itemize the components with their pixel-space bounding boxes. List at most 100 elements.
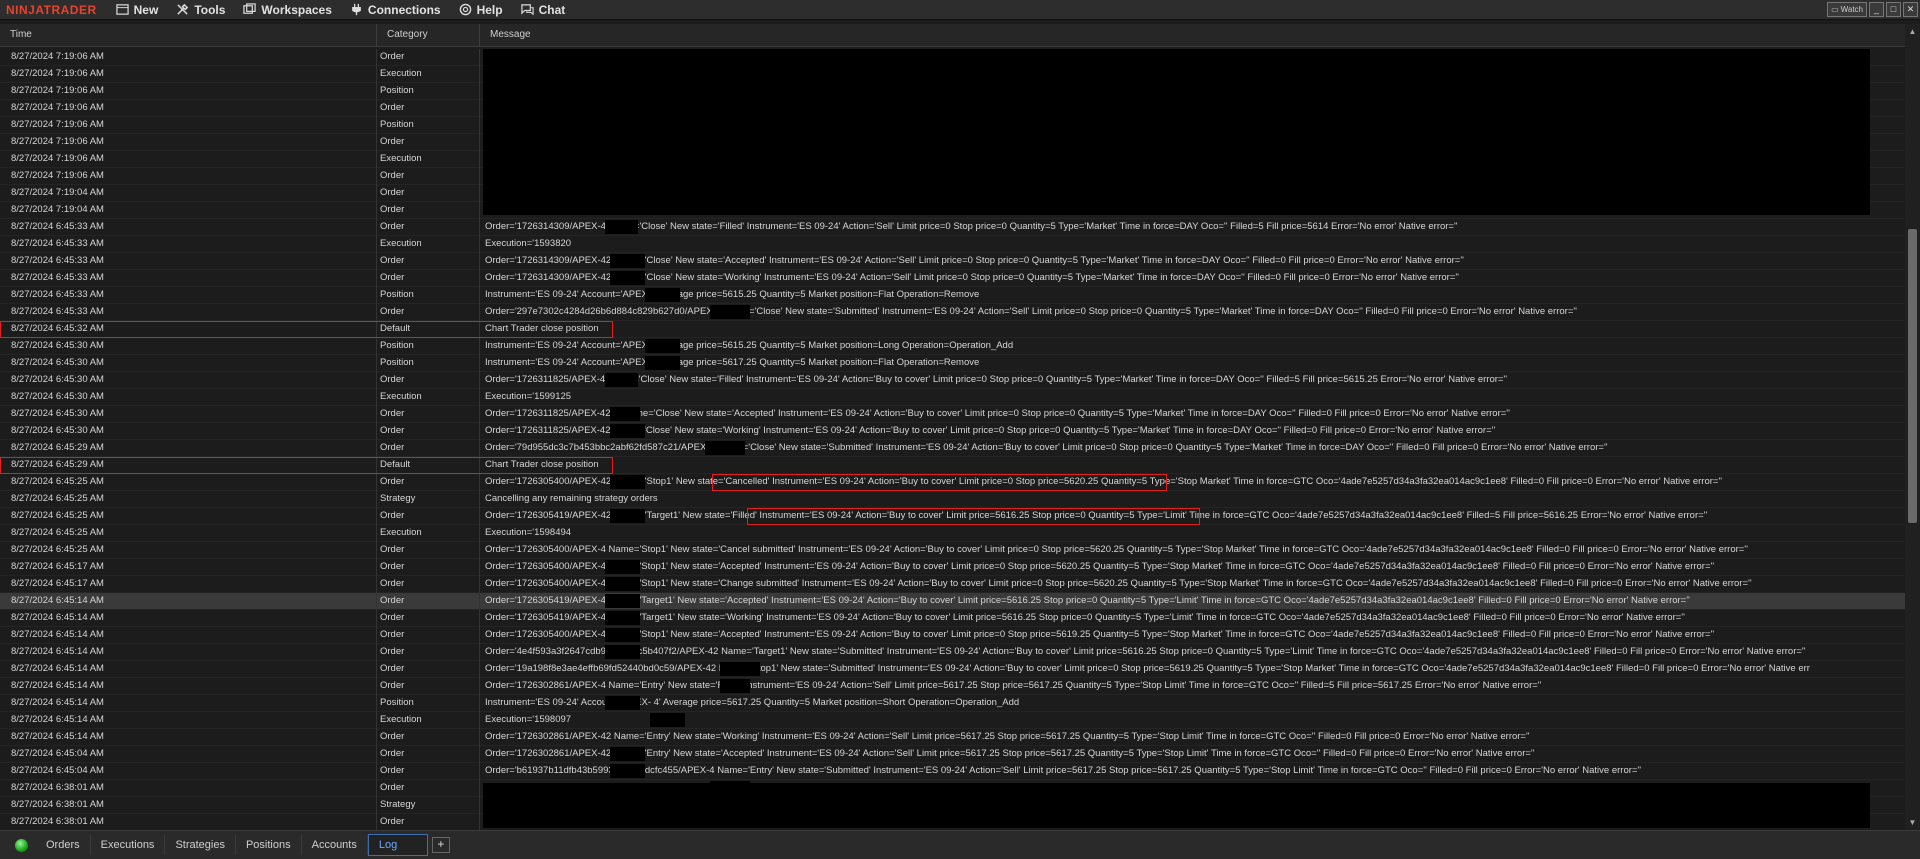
log-row[interactable]: 8/27/2024 6:45:14 AM Order Order='17263028… — [0, 729, 1905, 746]
log-row[interactable]: 8/27/2024 6:45:33 AM Order Order='17263143… — [0, 253, 1905, 270]
log-time-cell: 8/27/2024 6:45:30 AM — [0, 389, 377, 406]
tab-positions[interactable]: Positions — [236, 835, 302, 855]
connections-icon — [352, 3, 361, 16]
log-time-cell: 8/27/2024 6:45:33 AM — [0, 219, 377, 236]
connection-status-icon — [15, 838, 28, 852]
vertical-scrollbar[interactable]: ▲ ▼ — [1905, 24, 1920, 830]
log-row[interactable]: 8/27/2024 6:45:25 AM Execution Execution='… — [0, 525, 1905, 542]
menu-new[interactable]: New — [107, 0, 168, 19]
log-time-cell: 8/27/2024 7:19:06 AM — [0, 168, 377, 185]
tab-executions[interactable]: Executions — [91, 835, 166, 855]
log-row[interactable]: 8/27/2024 6:45:33 AM Position Instrument='… — [0, 287, 1905, 304]
close-button[interactable]: ✕ — [1903, 2, 1918, 17]
log-message-cell: Order='1726314309/APEX-4 Name='Close' Ne… — [480, 219, 1905, 236]
log-message-text: Order='297e7302c4284d26b6d884c829b627d0/… — [485, 306, 1577, 317]
log-time-cell: 8/27/2024 6:45:14 AM — [0, 661, 377, 678]
log-row[interactable]: 8/27/2024 6:45:17 AM Order Order='17263054… — [0, 559, 1905, 576]
log-message-cell: Order='1726302861/APEX-42 Name='Entry' N… — [480, 729, 1905, 746]
log-category-cell: Default — [377, 457, 480, 474]
column-header-category[interactable]: Category — [377, 24, 480, 46]
watch-button[interactable]: ▭ Watch — [1827, 2, 1867, 17]
log-category-cell: Default — [377, 321, 480, 338]
minimize-icon: _ — [1873, 4, 1879, 14]
log-row[interactable]: 8/27/2024 6:45:14 AM Order Order='17263054… — [0, 627, 1905, 644]
log-row[interactable]: 8/27/2024 6:45:14 AM Order Order='17263054… — [0, 593, 1905, 610]
log-time-cell: 8/27/2024 6:45:04 AM — [0, 746, 377, 763]
log-time-cell: 8/27/2024 6:45:29 AM — [0, 440, 377, 457]
log-message-text: Chart Trader close position — [485, 323, 599, 334]
log-row[interactable]: 8/27/2024 6:45:30 AM Position Instrument='… — [0, 355, 1905, 372]
log-message-cell: Order='1726314309/APEX-42 Name='Close' N… — [480, 253, 1905, 270]
maximize-button[interactable]: □ — [1886, 2, 1901, 17]
log-message-text: Order='1726305419/APEX-4 Name='Target1' … — [485, 595, 1690, 606]
log-category-cell: Execution — [377, 236, 480, 253]
log-time-cell: 8/27/2024 6:45:25 AM — [0, 525, 377, 542]
log-row[interactable]: 8/27/2024 6:45:33 AM Order Order='17263143… — [0, 219, 1905, 236]
log-row[interactable]: 8/27/2024 6:45:14 AM Order Order='19a198f8… — [0, 661, 1905, 678]
log-message-cell: Order='1726305400/APEX-4 Name='Stop1' Ne… — [480, 542, 1905, 559]
menu-help[interactable]: Help — [450, 0, 512, 19]
log-row[interactable]: 8/27/2024 6:45:25 AM Order Order='17263054… — [0, 542, 1905, 559]
log-row[interactable]: 8/27/2024 6:45:33 AM Execution Execution='… — [0, 236, 1905, 253]
log-category-cell: Order — [377, 746, 480, 763]
log-row[interactable]: 8/27/2024 6:45:04 AM Order Order='17263028… — [0, 746, 1905, 763]
menu-chat[interactable]: Chat — [512, 0, 575, 19]
log-row[interactable]: 8/27/2024 6:45:33 AM Order Order='297e7302… — [0, 304, 1905, 321]
menu-tools[interactable]: Tools — [167, 0, 234, 19]
column-header-time[interactable]: Time — [0, 24, 377, 46]
log-row[interactable]: 8/27/2024 6:45:25 AM Order Order='17263054… — [0, 508, 1905, 525]
log-category-cell: Order — [377, 576, 480, 593]
tab-log[interactable]: Log — [367, 834, 428, 856]
log-row[interactable]: 8/27/2024 6:45:17 AM Order Order='17263054… — [0, 576, 1905, 593]
log-row[interactable]: 8/27/2024 6:45:30 AM Execution Execution='… — [0, 389, 1905, 406]
log-row[interactable]: 8/27/2024 6:45:30 AM Order Order='17263118… — [0, 372, 1905, 389]
log-time-cell: 8/27/2024 6:45:14 AM — [0, 593, 377, 610]
minimize-button[interactable]: _ — [1869, 2, 1884, 17]
redaction-block — [610, 509, 645, 523]
log-message-text: Execution='1599125 — [485, 391, 572, 402]
log-row[interactable]: 8/27/2024 6:45:30 AM Order Order='17263118… — [0, 423, 1905, 440]
log-row[interactable]: 8/27/2024 6:45:33 AM Order Order='17263143… — [0, 270, 1905, 287]
log-time-cell: 8/27/2024 6:45:33 AM — [0, 270, 377, 287]
log-row[interactable]: 8/27/2024 6:45:25 AM Strategy Cancelling a… — [0, 491, 1905, 508]
log-message-text: Order='79d955dc3c7b453bbc2abf62fd587c21/… — [485, 442, 1608, 453]
redaction-block — [710, 305, 750, 319]
log-message-cell: Order='297e7302c4284d26b6d884c829b627d0/… — [480, 304, 1905, 321]
log-category-cell: Order — [377, 49, 480, 66]
menu-connections[interactable]: Connections — [341, 0, 450, 19]
menu-workspaces[interactable]: Workspaces — [234, 0, 340, 19]
log-message-cell: Order='1726305400/APEX-42 Name='Stop1' N… — [480, 474, 1905, 491]
log-category-cell: Order — [377, 372, 480, 389]
tab-orders[interactable]: Orders — [36, 835, 91, 855]
log-row[interactable]: 8/27/2024 6:45:14 AM Order Order='17263054… — [0, 610, 1905, 627]
log-time-cell: 8/27/2024 6:45:14 AM — [0, 712, 377, 729]
log-row[interactable]: 8/27/2024 6:45:14 AM Order Order='4e4f593a… — [0, 644, 1905, 661]
tab-strategies[interactable]: Strategies — [165, 835, 236, 855]
log-row[interactable]: 8/27/2024 6:45:04 AM Order Order='b61937b1… — [0, 763, 1905, 780]
log-row[interactable]: 8/27/2024 6:45:30 AM Position Instrument='… — [0, 338, 1905, 355]
scrollbar-thumb[interactable] — [1908, 229, 1917, 523]
log-row[interactable]: 8/27/2024 6:45:14 AM Order Order='17263028… — [0, 678, 1905, 695]
log-row[interactable]: 8/27/2024 6:45:29 AM Order Order='79d955dc… — [0, 440, 1905, 457]
log-row[interactable]: 8/27/2024 6:45:30 AM Order Order='17263118… — [0, 406, 1905, 423]
redaction-block — [605, 560, 640, 574]
column-header-message[interactable]: Message — [480, 24, 1905, 46]
menu-connections-label: Connections — [367, 2, 441, 17]
redaction-block — [645, 288, 680, 302]
log-message-cell: Order='1726305400/APEX-4 Name='Stop1' Ne… — [480, 627, 1905, 644]
log-row[interactable]: 8/27/2024 6:45:14 AM Position Instrument='… — [0, 695, 1905, 712]
log-row[interactable]: 8/27/2024 6:45:29 AM Default Chart Trader … — [0, 457, 1905, 474]
log-time-cell: 8/27/2024 6:45:30 AM — [0, 372, 377, 389]
log-category-cell: Order — [377, 644, 480, 661]
log-row[interactable]: 8/27/2024 6:45:32 AM Default Chart Trader … — [0, 321, 1905, 338]
log-category-cell: Order — [377, 763, 480, 780]
log-message-cell: Order='b61937b11dfb43b5993314ceadcfc455/… — [480, 763, 1905, 780]
log-row[interactable]: 8/27/2024 6:45:25 AM Order Order='17263054… — [0, 474, 1905, 491]
redaction-block — [650, 713, 685, 727]
log-row[interactable]: 8/27/2024 6:45:14 AM Execution Execution='… — [0, 712, 1905, 729]
scroll-down-icon[interactable]: ▼ — [1905, 815, 1920, 830]
scroll-up-icon[interactable]: ▲ — [1905, 24, 1920, 39]
tab-accounts[interactable]: Accounts — [302, 835, 368, 855]
log-category-cell: Position — [377, 117, 480, 134]
add-tab-button[interactable]: + — [431, 837, 450, 853]
